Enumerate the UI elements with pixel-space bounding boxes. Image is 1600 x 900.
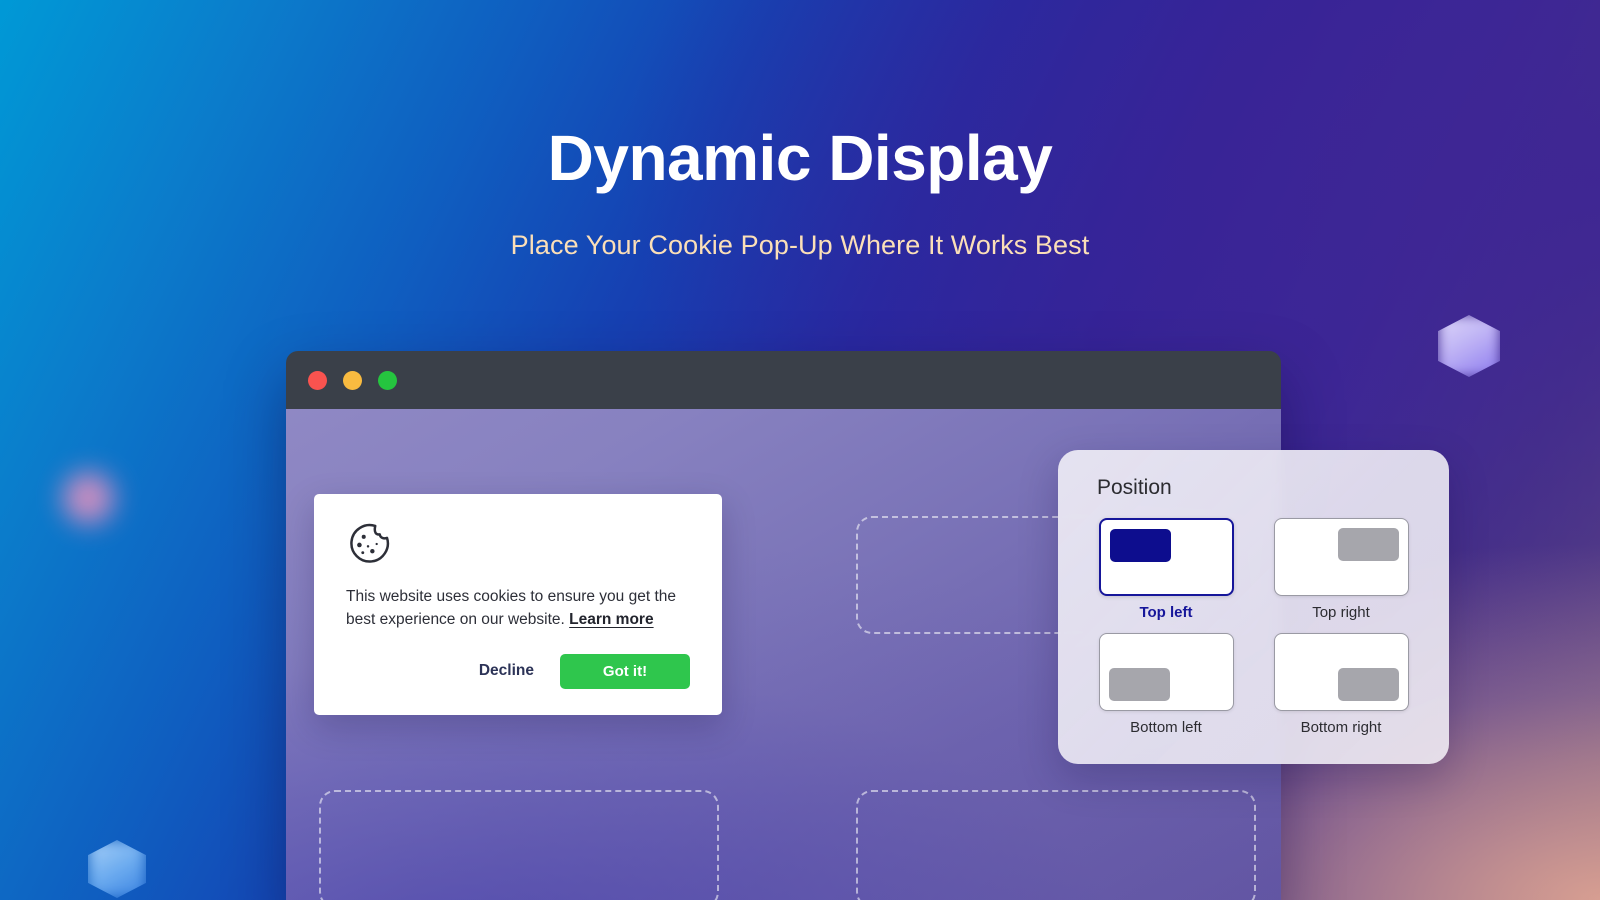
popup-slot-bottom-left[interactable] [319, 790, 719, 900]
learn-more-link[interactable]: Learn more [569, 611, 653, 628]
hero-section: Dynamic Display Place Your Cookie Pop-Up… [0, 126, 1600, 261]
decline-button[interactable]: Decline [475, 656, 538, 686]
position-preview-bottom-right [1273, 633, 1409, 711]
position-preview-bottom-left [1098, 633, 1234, 711]
position-label-top-right: Top right [1312, 604, 1370, 621]
popup-swatch-top-left [1109, 529, 1171, 562]
page-title: Dynamic Display [547, 122, 1053, 194]
window-close-icon[interactable] [308, 370, 327, 390]
cookie-message: This website uses cookies to ensure you … [346, 586, 690, 632]
popup-slot-bottom-right[interactable] [856, 790, 1256, 900]
browser-titlebar [286, 351, 1281, 409]
blue-hexagon-decoration [88, 840, 146, 898]
popup-swatch-bottom-right [1337, 668, 1399, 701]
position-preview-top-right [1273, 518, 1409, 596]
page-root: Dynamic Display Place Your Cookie Pop-Up… [0, 0, 1600, 900]
position-option-top-left[interactable]: Top left [1098, 518, 1234, 621]
window-maximize-icon[interactable] [378, 370, 397, 390]
position-preview-top-left [1098, 518, 1234, 596]
pink-blob-decoration [62, 470, 118, 526]
accept-button[interactable]: Got it! [560, 653, 690, 689]
cookie-icon [350, 523, 390, 563]
popup-swatch-top-right [1337, 528, 1399, 561]
window-minimize-icon[interactable] [343, 370, 362, 390]
cookie-consent-banner: This website uses cookies to ensure you … [314, 494, 722, 715]
position-options-grid: Top left Top right Bottom left Bottom ri… [1082, 518, 1425, 736]
position-option-bottom-right[interactable]: Bottom right [1273, 633, 1409, 736]
position-label-bottom-left: Bottom left [1130, 719, 1202, 736]
position-panel: Position Top left Top right Bottom left [1058, 450, 1449, 764]
position-label-bottom-right: Bottom right [1300, 719, 1382, 736]
page-subtitle: Place Your Cookie Pop-Up Where It Works … [510, 230, 1090, 260]
popup-swatch-bottom-left [1108, 668, 1170, 701]
position-option-top-right[interactable]: Top right [1273, 518, 1409, 621]
violet-hexagon-decoration [1438, 315, 1500, 377]
position-label-top-left: Top left [1139, 604, 1193, 621]
position-option-bottom-left[interactable]: Bottom left [1098, 633, 1234, 736]
position-panel-title: Position [1097, 476, 1172, 499]
cookie-actions: Decline Got it! [346, 653, 690, 689]
